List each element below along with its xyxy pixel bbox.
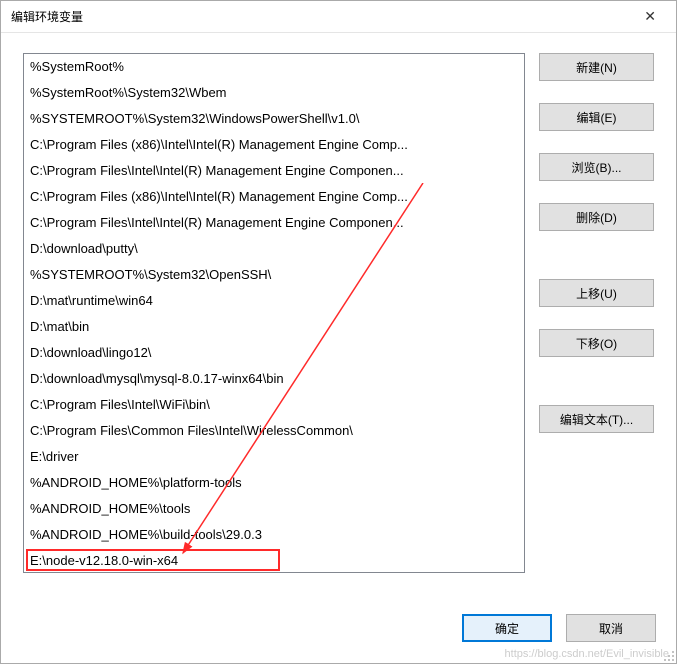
ok-button[interactable]: 确定 [462,614,552,642]
delete-button[interactable]: 删除(D) [539,203,654,231]
list-item[interactable]: D:\mat\runtime\win64 [24,288,524,314]
side-button-panel: 新建(N) 编辑(E) 浏览(B)... 删除(D) 上移(U) 下移(O) 编… [539,53,654,597]
list-item[interactable]: D:\download\mysql\mysql-8.0.17-winx64\bi… [24,366,524,392]
list-item[interactable]: %ANDROID_HOME%\build-tools\29.0.3 [24,522,524,548]
list-item[interactable]: %SYSTEMROOT%\System32\OpenSSH\ [24,262,524,288]
list-item[interactable]: %SYSTEMROOT%\System32\WindowsPowerShell\… [24,106,524,132]
list-item[interactable]: %SystemRoot% [24,54,524,80]
footer: 确定 取消 [1,607,676,663]
edit-text-button[interactable]: 编辑文本(T)... [539,405,654,433]
list-item[interactable]: %ANDROID_HOME%\platform-tools [24,470,524,496]
list-item[interactable]: C:\Program Files\Intel\Intel(R) Manageme… [24,210,524,236]
move-up-button[interactable]: 上移(U) [539,279,654,307]
list-item[interactable]: E:\node-v12.18.0-win-x64 [24,548,524,573]
titlebar: 编辑环境变量 ✕ [1,1,676,33]
new-button[interactable]: 新建(N) [539,53,654,81]
list-item[interactable]: C:\Program Files (x86)\Intel\Intel(R) Ma… [24,184,524,210]
edit-button[interactable]: 编辑(E) [539,103,654,131]
move-down-button[interactable]: 下移(O) [539,329,654,357]
list-item[interactable]: %ANDROID_HOME%\tools [24,496,524,522]
list-item[interactable]: D:\mat\bin [24,314,524,340]
browse-button[interactable]: 浏览(B)... [539,153,654,181]
cancel-button[interactable]: 取消 [566,614,656,642]
list-item[interactable]: D:\download\lingo12\ [24,340,524,366]
window-title: 编辑环境变量 [11,8,83,25]
path-listbox[interactable]: %SystemRoot%%SystemRoot%\System32\Wbem%S… [23,53,525,573]
list-item[interactable]: C:\Program Files\Intel\WiFi\bin\ [24,392,524,418]
list-item[interactable]: C:\Program Files (x86)\Intel\Intel(R) Ma… [24,132,524,158]
content-area: %SystemRoot%%SystemRoot%\System32\Wbem%S… [1,33,676,607]
list-item[interactable]: D:\download\putty\ [24,236,524,262]
list-item[interactable]: C:\Program Files\Common Files\Intel\Wire… [24,418,524,444]
list-item[interactable]: C:\Program Files\Intel\Intel(R) Manageme… [24,158,524,184]
list-item[interactable]: E:\driver [24,444,524,470]
close-icon[interactable]: ✕ [636,4,664,29]
list-item[interactable]: %SystemRoot%\System32\Wbem [24,80,524,106]
dialog-window: 编辑环境变量 ✕ %SystemRoot%%SystemRoot%\System… [0,0,677,664]
list-wrap: %SystemRoot%%SystemRoot%\System32\Wbem%S… [23,53,525,573]
